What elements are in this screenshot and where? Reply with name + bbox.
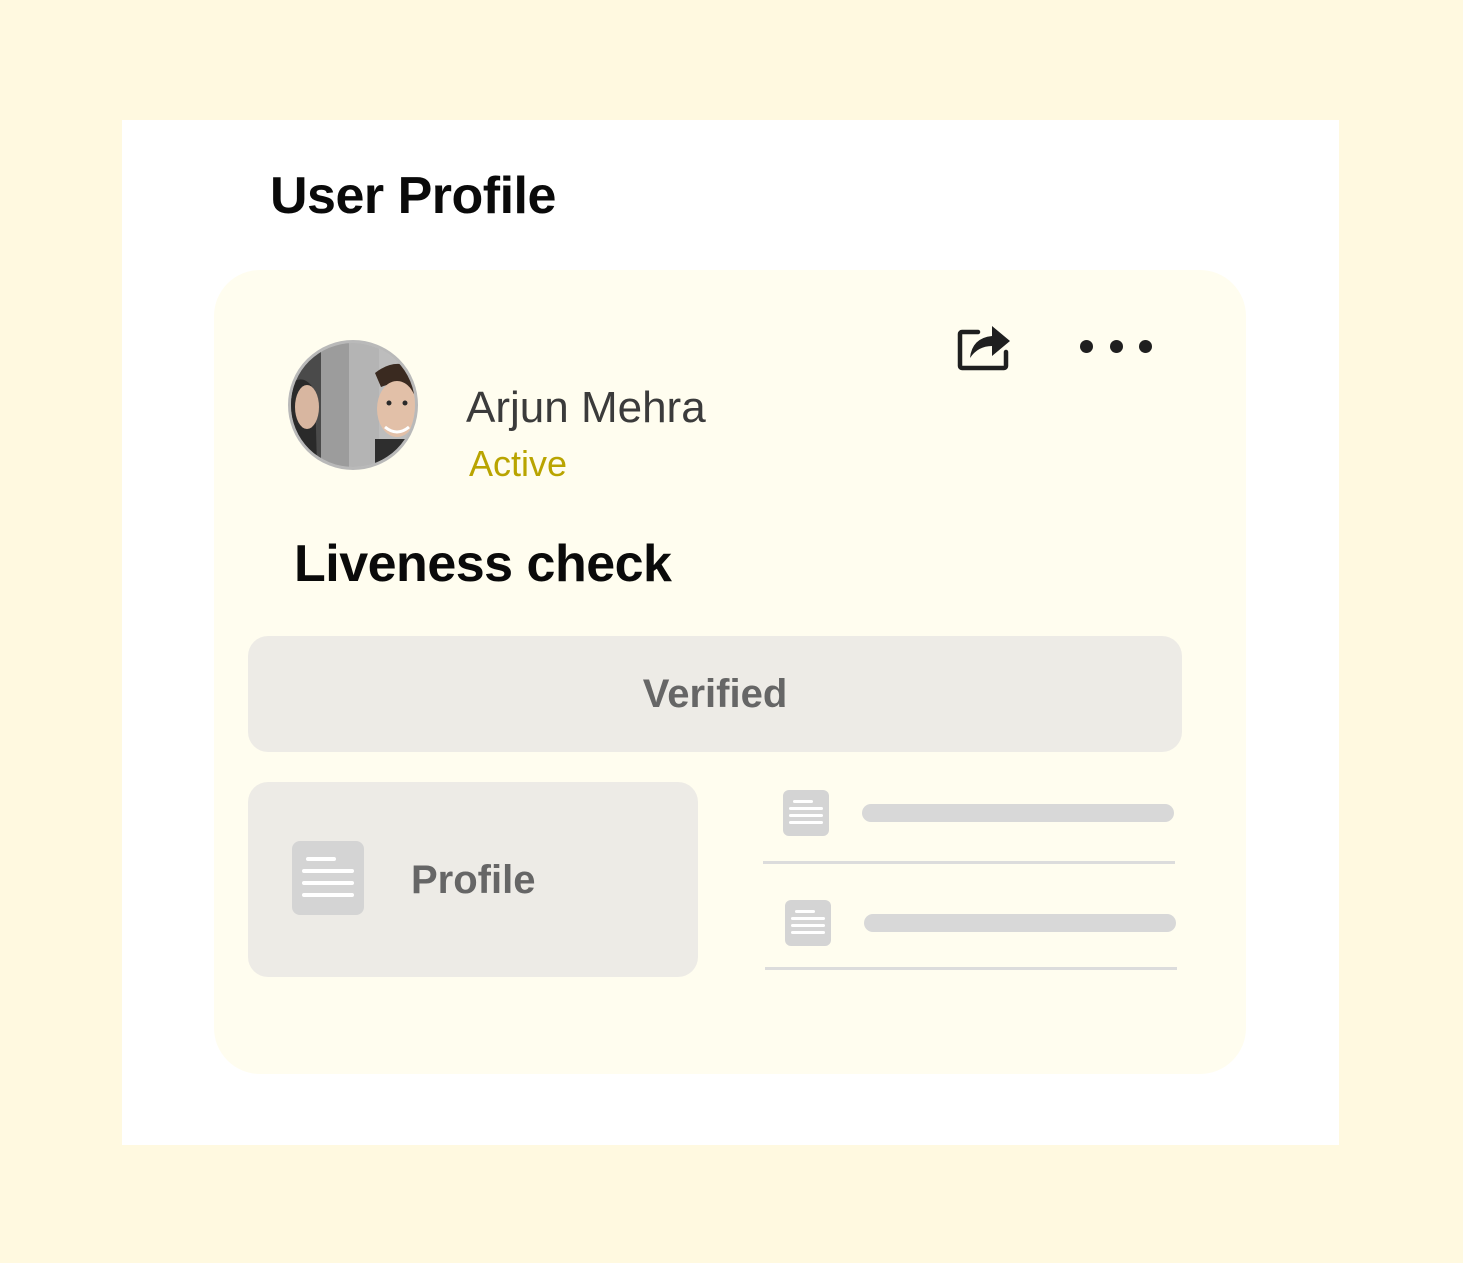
more-dot-icon [1139,339,1152,353]
profile-document-tile[interactable]: Profile [248,782,698,977]
avatar-photo [291,343,415,467]
document-icon [785,900,831,946]
status-label: Active [469,443,568,484]
profile-tile-label: Profile [411,858,536,902]
more-dot-icon [1109,339,1123,353]
avatar[interactable] [288,340,418,470]
user-card: Arjun Mehra Active Liveness check Verifi… [214,270,1246,1074]
skeleton-text-line [864,914,1176,932]
share-icon [957,326,1010,371]
more-dot-icon [1080,339,1093,353]
verification-status-bar: Verified [248,636,1182,752]
document-icon [292,841,364,915]
document-row[interactable] [765,900,1177,976]
more-options-button[interactable] [1080,330,1152,362]
skeleton-text-line [862,804,1174,822]
document-row[interactable] [763,790,1175,866]
profile-panel: User Profile Arjun Mehra Active Liveness… [122,120,1339,1145]
row-divider [763,861,1175,864]
liveness-check-title: Liveness check [294,535,672,593]
page-title: User Profile [270,167,556,225]
document-icon [783,790,829,836]
verification-status-label: Verified [642,671,788,716]
share-button[interactable] [956,314,1014,372]
row-divider [765,967,1177,970]
user-name: Arjun Mehra [466,383,706,432]
